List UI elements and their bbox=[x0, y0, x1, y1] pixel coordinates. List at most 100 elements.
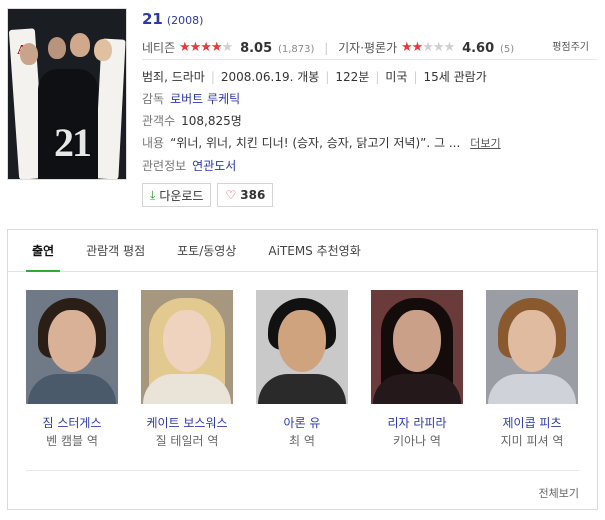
cast-role: 지미 피셔 역 bbox=[500, 434, 564, 448]
movie-title[interactable]: 21 bbox=[142, 10, 163, 28]
like-button[interactable]: ♡ 386 bbox=[217, 183, 274, 207]
country: 미국 bbox=[385, 70, 408, 84]
cast-item[interactable]: 짐 스터게스 벤 캠블 역 bbox=[26, 290, 118, 450]
star-icon: ★ bbox=[422, 40, 434, 55]
meta-related: 관련정보 연관도서 bbox=[142, 155, 597, 177]
tab-bar: 출연 관람객 평점 포토/동영상 AiTEMS 추천영화 bbox=[8, 230, 597, 272]
cast-photo[interactable] bbox=[371, 290, 463, 404]
audience-label: 관객수 bbox=[142, 114, 176, 128]
cast-name[interactable]: 제이콥 피츠 bbox=[486, 414, 578, 432]
photo-face bbox=[508, 310, 556, 372]
critic-count: (5) bbox=[499, 44, 515, 55]
tab-aitems-recommend[interactable]: AiTEMS 추천영화 bbox=[268, 230, 360, 271]
meta-audience: 관객수 108,825명 bbox=[142, 110, 597, 132]
movie-poster[interactable]: A♥ 21 bbox=[7, 8, 127, 180]
photo-face bbox=[393, 310, 441, 372]
star-icon: ★ bbox=[221, 40, 234, 55]
cast-photo[interactable] bbox=[26, 290, 118, 404]
cast-item[interactable]: 제이콥 피츠 지미 피셔 역 bbox=[486, 290, 578, 450]
cast-list: 짐 스터게스 벤 캠블 역 케이트 보스워스 질 테일러 역 아론 유 최 역 bbox=[26, 290, 578, 450]
star-icon: ★ bbox=[411, 40, 424, 55]
runtime: 122분 bbox=[335, 70, 370, 84]
netizen-count: (1,873) bbox=[277, 44, 315, 55]
critic-rating-label: 기자·평론가 bbox=[338, 41, 398, 55]
heart-icon: ♡ bbox=[225, 188, 237, 202]
cast-name[interactable]: 짐 스터게스 bbox=[26, 414, 118, 432]
cast-panel: 출연 관람객 평점 포토/동영상 AiTEMS 추천영화 짐 스터게스 벤 캠블… bbox=[7, 229, 598, 510]
meta-basic: 범죄, 드라마 | 2008.06.19. 개봉 | 122분 | 미국 | 15세 관람가 bbox=[142, 66, 597, 88]
divider: | bbox=[324, 41, 329, 55]
star-icon: ★ bbox=[432, 40, 445, 55]
like-count: 386 bbox=[240, 188, 266, 202]
download-icon: ⤓ bbox=[150, 187, 156, 202]
cast-role: 벤 캠블 역 bbox=[46, 434, 98, 448]
photo-face bbox=[163, 310, 211, 372]
divider: | bbox=[210, 70, 215, 84]
critic-stars: ★★★★★ bbox=[400, 36, 456, 60]
synopsis-text: “위너, 위너, 치킨 디너! (승자, 승자, 닭고기 저녁)”. 그 ... bbox=[170, 136, 461, 150]
cast-role: 질 테일러 역 bbox=[155, 434, 219, 448]
photo-body bbox=[488, 374, 576, 404]
star-icon: ★ bbox=[178, 40, 191, 55]
cast-photo[interactable] bbox=[141, 290, 233, 404]
poster-face bbox=[94, 39, 112, 61]
photo-body bbox=[258, 374, 346, 404]
poster-face bbox=[70, 33, 90, 57]
age-rating: 15세 관람가 bbox=[423, 70, 487, 84]
download-label: 다운로드 bbox=[159, 188, 204, 203]
related-link[interactable]: 연관도서 bbox=[192, 159, 236, 173]
cast-name[interactable]: 아론 유 bbox=[256, 414, 348, 432]
netizen-score: 8.05 bbox=[240, 41, 273, 56]
cast-name[interactable]: 리자 라피라 bbox=[371, 414, 463, 432]
panel-footer: 전체보기 bbox=[26, 470, 579, 500]
action-buttons: ⤓ 다운로드 ♡ 386 bbox=[142, 183, 597, 207]
director-link[interactable]: 로버트 루케틱 bbox=[170, 92, 240, 106]
poster-face bbox=[20, 43, 38, 65]
photo-face bbox=[48, 310, 96, 372]
divider: | bbox=[375, 70, 380, 84]
cast-role: 최 역 bbox=[289, 434, 315, 448]
synopsis-label: 내용 bbox=[142, 136, 165, 150]
download-button[interactable]: ⤓ 다운로드 bbox=[142, 183, 212, 207]
critic-score: 4.60 bbox=[462, 41, 495, 56]
cast-photo[interactable] bbox=[256, 290, 348, 404]
movie-year: (2008) bbox=[166, 14, 204, 27]
cast-role: 키아나 역 bbox=[393, 434, 441, 448]
cast-item[interactable]: 아론 유 최 역 bbox=[256, 290, 348, 450]
title-row: 21 (2008) bbox=[142, 8, 597, 30]
star-icon: ★ bbox=[189, 40, 202, 55]
audience-count: 108,825명 bbox=[181, 114, 242, 128]
see-all-link[interactable]: 전체보기 bbox=[539, 485, 579, 501]
photo-body bbox=[28, 374, 116, 404]
star-icon: ★ bbox=[200, 40, 212, 55]
star-icon: ★ bbox=[443, 40, 456, 55]
divider: | bbox=[325, 70, 330, 84]
photo-face bbox=[278, 310, 326, 372]
photo-body bbox=[373, 374, 461, 404]
more-link[interactable]: 더보기 bbox=[470, 137, 500, 150]
tab-photo-video[interactable]: 포토/동영상 bbox=[177, 230, 236, 271]
cast-name[interactable]: 케이트 보스워스 bbox=[141, 414, 233, 432]
movie-info: 21 (2008) 네티즌 ★★★★★ 8.05 (1,873) | 기자·평론가… bbox=[142, 8, 597, 207]
cast-item[interactable]: 케이트 보스워스 질 테일러 역 bbox=[141, 290, 233, 450]
director-label: 감독 bbox=[142, 92, 165, 106]
cast-item[interactable]: 리자 라피라 키아나 역 bbox=[371, 290, 463, 450]
meta-synopsis: 내용 “위너, 위너, 치킨 디너! (승자, 승자, 닭고기 저녁)”. 그 .… bbox=[142, 132, 597, 155]
poster-face bbox=[48, 37, 66, 59]
netizen-rating-label: 네티즌 bbox=[142, 41, 176, 55]
poster-logo: 21 bbox=[54, 120, 92, 165]
genre: 범죄, 드라마 bbox=[142, 70, 205, 84]
rating-row: 네티즌 ★★★★★ 8.05 (1,873) | 기자·평론가 ★★★★★ 4.… bbox=[142, 36, 597, 60]
release-date: 2008.06.19. 개봉 bbox=[220, 70, 320, 84]
netizen-stars: ★★★★★ bbox=[178, 36, 234, 60]
tab-cast[interactable]: 출연 bbox=[25, 230, 61, 272]
star-icon: ★ bbox=[210, 40, 223, 55]
meta-director: 감독 로버트 루케틱 bbox=[142, 88, 597, 110]
related-label: 관련정보 bbox=[142, 159, 187, 173]
rate-button[interactable]: 평점주기 bbox=[552, 36, 589, 60]
cast-photo[interactable] bbox=[486, 290, 578, 404]
photo-body bbox=[143, 374, 231, 404]
tab-audience-reviews[interactable]: 관람객 평점 bbox=[86, 230, 145, 271]
star-icon: ★ bbox=[400, 40, 413, 55]
divider: | bbox=[413, 70, 418, 84]
